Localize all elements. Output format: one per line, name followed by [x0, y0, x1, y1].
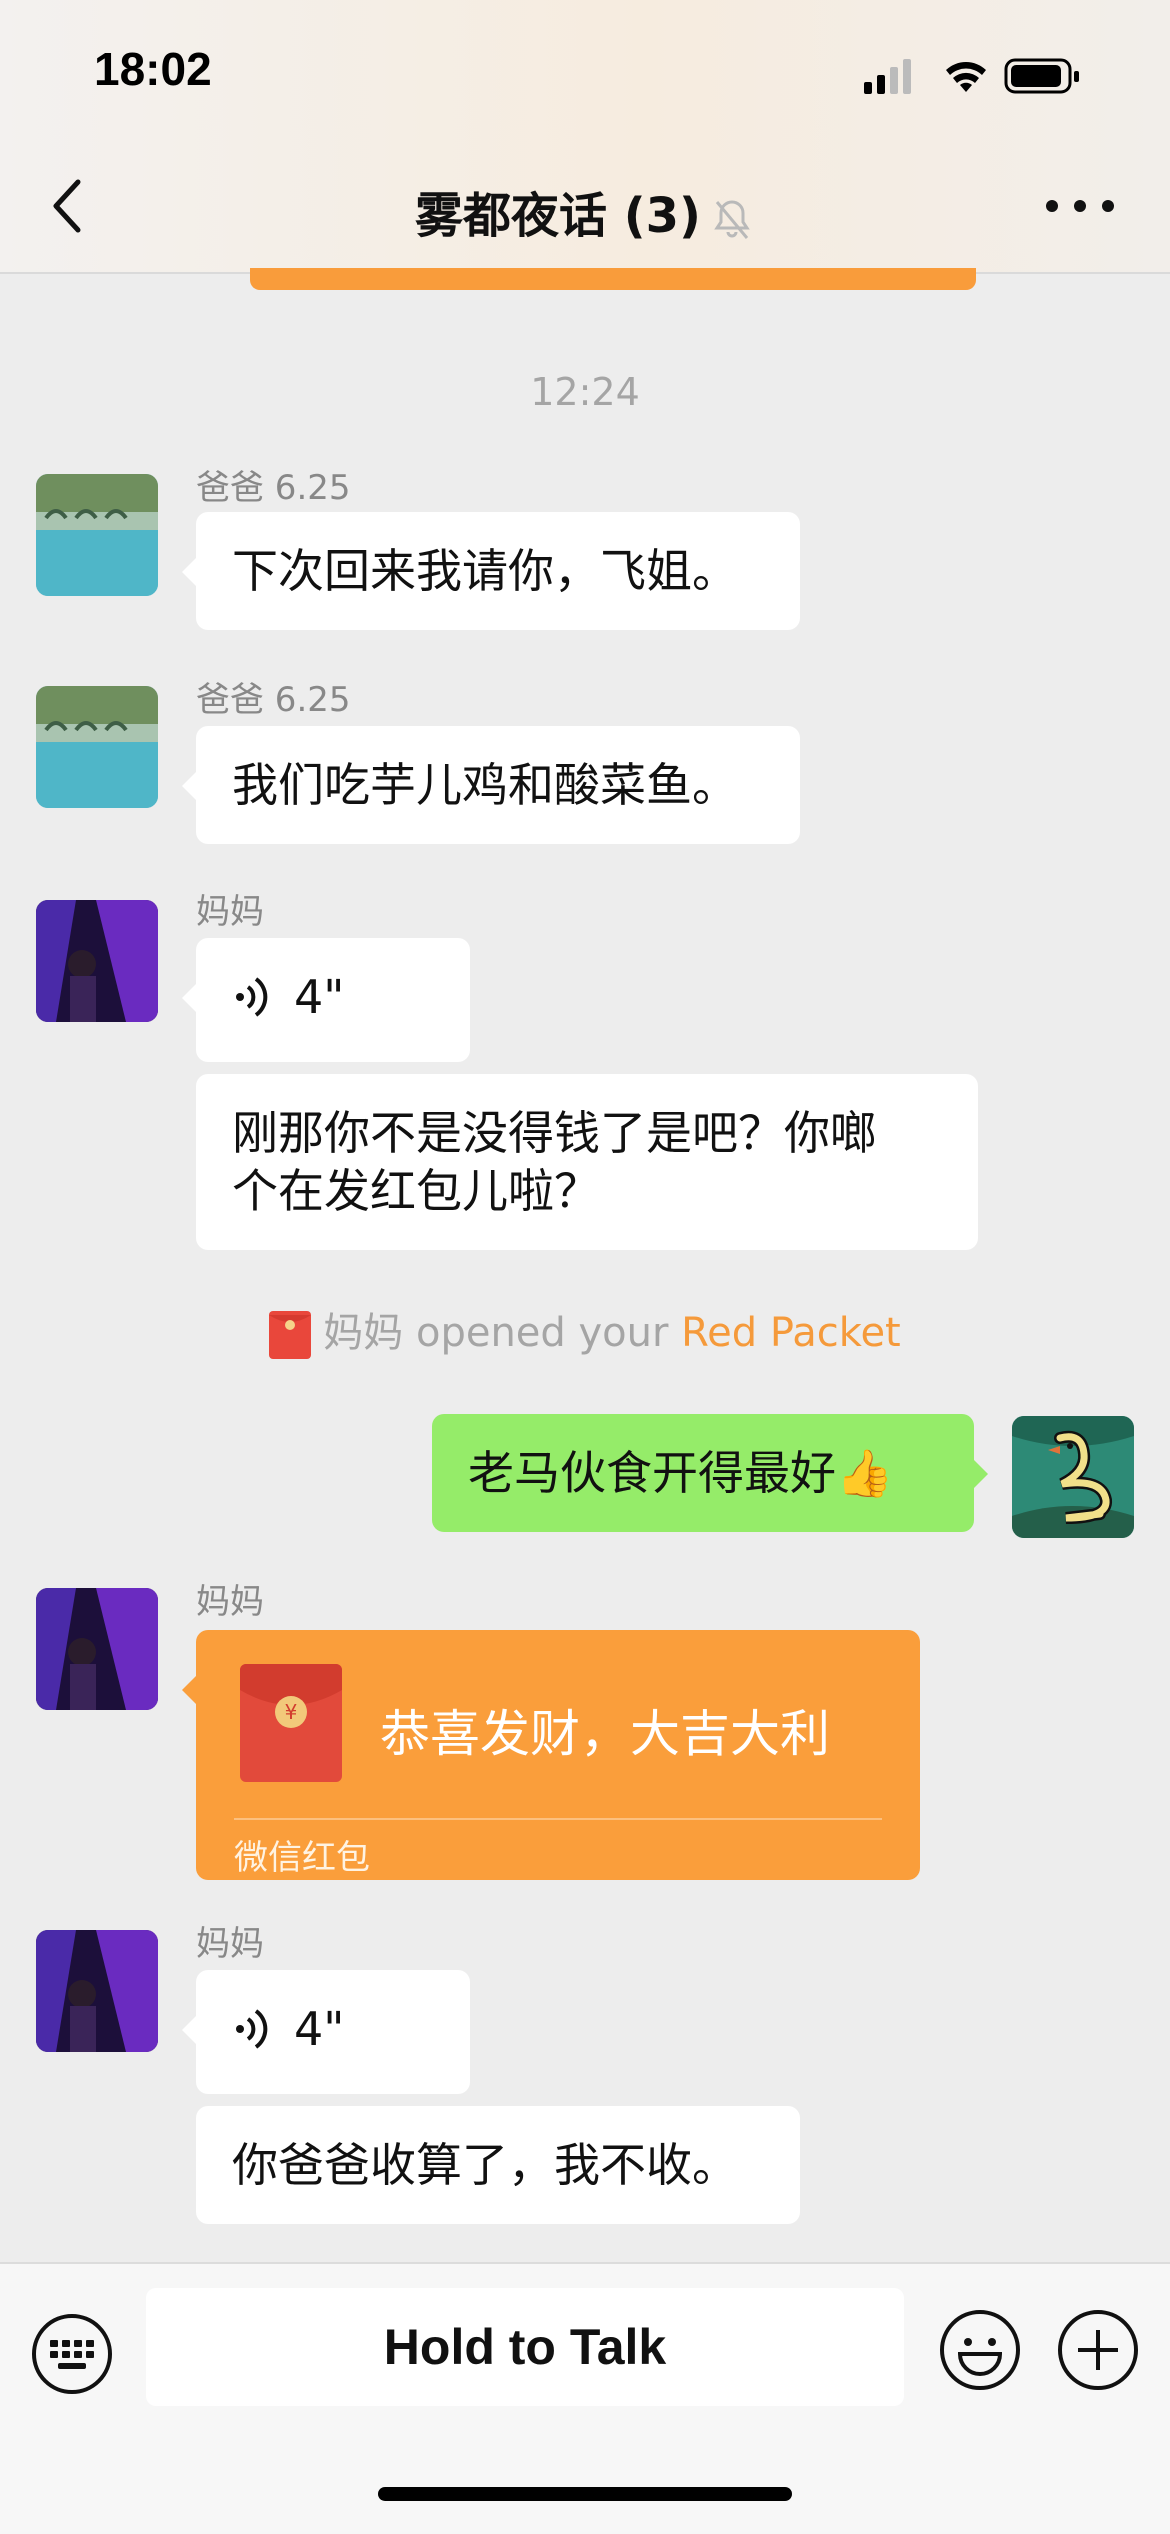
avatar-dad[interactable] — [36, 474, 158, 596]
red-packet-message[interactable]: ¥ 恭喜发财，大吉大利 微信红包 — [182, 1630, 920, 1880]
mute-bell-icon — [714, 200, 750, 239]
avatar-self[interactable] — [1012, 1416, 1134, 1538]
message-text-line: 个在发红包儿啦？ — [232, 1164, 600, 1218]
message-bubble[interactable]: 你爸爸收算了，我不收。 — [196, 2106, 800, 2224]
emoji-icon[interactable] — [938, 2308, 1022, 2392]
message-text: 老马伙食开得最好👍 — [468, 1446, 894, 1500]
red-packet-link[interactable]: Red Packet — [681, 1310, 901, 1356]
chat-timestamp: 12:24 — [530, 370, 640, 414]
cellular-icon — [864, 59, 911, 94]
battery-icon — [1004, 58, 1079, 94]
hold-to-talk-button[interactable]: Hold to Talk — [146, 2288, 904, 2406]
voice-duration: 4" — [294, 970, 345, 1024]
page-title: 雾都夜话 (3) — [0, 176, 1170, 246]
avatar-dad[interactable] — [36, 686, 158, 808]
keyboard-icon[interactable] — [30, 2312, 114, 2396]
status-time: 18:02 — [94, 43, 212, 95]
self-message-bubble[interactable]: 老马伙食开得最好👍 — [432, 1414, 988, 1532]
message-text: 我们吃芋儿鸡和酸菜鱼。 — [232, 758, 738, 812]
partial-red-packet[interactable] — [250, 268, 976, 290]
message-bubble[interactable]: 下次回来我请你，飞姐。 — [182, 512, 800, 630]
sender-name: 爸爸 6.25 — [196, 680, 351, 720]
more-icon[interactable] — [1042, 192, 1118, 220]
svg-text:¥: ¥ — [285, 1700, 298, 1724]
red-packet-notice: 妈妈 opened your Red Packet — [0, 1300, 1170, 1359]
sender-name: 妈妈 — [196, 1924, 264, 1964]
group-name: 雾都夜话 (3) — [415, 188, 701, 244]
red-packet-label: 微信红包 — [234, 1838, 370, 1878]
notice-sender: 妈妈 — [323, 1310, 404, 1356]
status-icons — [864, 58, 1079, 94]
home-indicator[interactable] — [378, 2487, 792, 2501]
voice-message-bubble[interactable]: 4" — [182, 938, 470, 1062]
voice-icon — [236, 2009, 268, 2049]
message-bubble[interactable]: 我们吃芋儿鸡和酸菜鱼。 — [182, 726, 800, 844]
red-packet-divider — [234, 1818, 882, 1820]
sender-name: 妈妈 — [196, 1582, 264, 1622]
notice-text: opened your — [415, 1310, 669, 1356]
plus-icon[interactable] — [1056, 2308, 1140, 2392]
voice-duration: 4" — [294, 2002, 345, 2056]
sender-name: 妈妈 — [196, 892, 264, 932]
message-text-line: 刚那你不是没得钱了是吧？你啷 — [232, 1106, 876, 1160]
red-envelope-icon: ¥ — [240, 1664, 342, 1782]
message-text: 下次回来我请你，飞姐。 — [232, 544, 738, 598]
sender-name: 爸爸 6.25 — [196, 468, 351, 508]
wifi-icon — [946, 62, 986, 92]
message-bubble[interactable]: 刚那你不是没得钱了是吧？你啷 个在发红包儿啦？ — [196, 1074, 978, 1250]
red-packet-icon — [269, 1311, 312, 1359]
red-packet-title: 恭喜发财，大吉大利 — [380, 1705, 830, 1763]
message-text: 你爸爸收算了，我不收。 — [232, 2138, 738, 2192]
avatar-mom[interactable] — [36, 1588, 158, 1710]
avatar-mom[interactable] — [36, 1930, 158, 2052]
avatar-mom[interactable] — [36, 900, 158, 1022]
voice-message-bubble[interactable]: 4" — [182, 1970, 470, 2094]
voice-icon — [236, 977, 268, 1017]
